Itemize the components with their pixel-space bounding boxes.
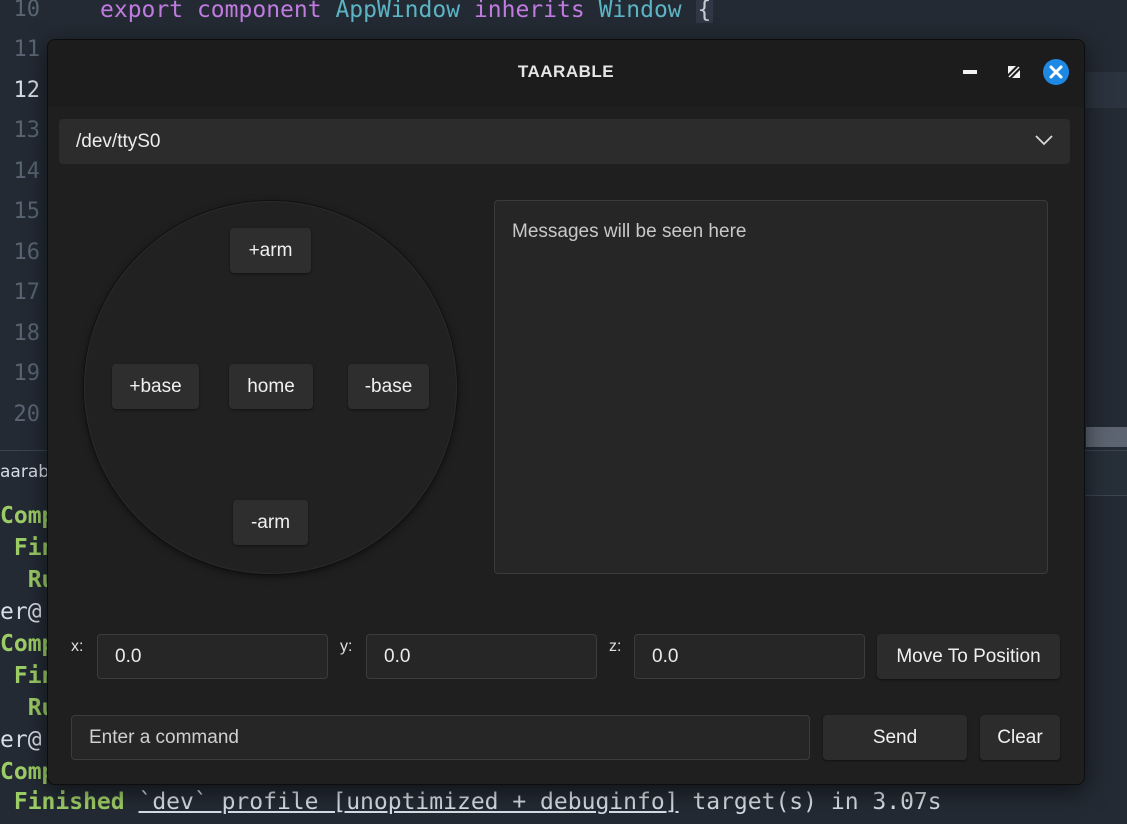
minimize-button[interactable] xyxy=(956,60,984,88)
plus-base-button[interactable]: +base xyxy=(112,364,199,409)
y-input[interactable]: 0.0 xyxy=(366,634,597,679)
type-window: Window xyxy=(598,0,682,23)
line-number-active: 12 xyxy=(13,78,41,103)
terminal-line: er@ xyxy=(0,599,42,625)
terminal-tab-bar xyxy=(1084,451,1127,496)
open-brace: { xyxy=(695,0,714,23)
serial-port-value: /dev/ttyS0 xyxy=(76,130,161,152)
messages-placeholder: Messages will be seen here xyxy=(512,221,747,242)
clear-button[interactable]: Clear xyxy=(980,715,1060,760)
line-number: 15 xyxy=(13,199,41,224)
terminal-finished-line: Finished `dev` profile [unoptimized + de… xyxy=(0,789,942,815)
window-title: TAARABLE xyxy=(517,62,615,81)
joystick-pad: +arm +base home -base -arm xyxy=(84,201,457,574)
serial-port-select[interactable]: /dev/ttyS0 xyxy=(59,119,1070,164)
maximize-icon xyxy=(1005,63,1023,85)
window-content: /dev/ttyS0 +arm +base home -base -arm Me… xyxy=(48,107,1084,784)
z-input[interactable]: 0.0 xyxy=(634,634,865,679)
keyword-inherits: inherits xyxy=(473,0,585,23)
line-number: 11 xyxy=(13,37,41,62)
line-number: 10 xyxy=(13,0,41,22)
plus-arm-button[interactable]: +arm xyxy=(230,228,311,273)
home-button[interactable]: home xyxy=(229,364,313,409)
line-number: 14 xyxy=(13,159,41,184)
chevron-down-icon xyxy=(1034,132,1054,151)
line-number: 18 xyxy=(13,321,41,346)
x-label: x: xyxy=(71,638,84,655)
minus-arm-button[interactable]: -arm xyxy=(233,500,308,545)
command-input[interactable]: Enter a command xyxy=(71,715,810,760)
line-number: 19 xyxy=(13,361,41,386)
keyword-component: component xyxy=(196,0,322,23)
minus-base-button[interactable]: -base xyxy=(348,364,429,409)
send-button[interactable]: Send xyxy=(823,715,967,760)
terminal-line: er@ xyxy=(0,727,42,753)
z-label: z: xyxy=(609,638,622,655)
line-number: 20 xyxy=(13,402,41,427)
editor-scrollbar[interactable] xyxy=(1086,427,1127,447)
current-line-highlight xyxy=(1084,72,1127,108)
code-line: export component AppWindow inherits Wind… xyxy=(100,0,714,23)
line-number: 17 xyxy=(13,280,41,305)
close-icon xyxy=(1042,58,1070,90)
x-input[interactable]: 0.0 xyxy=(97,634,328,679)
messages-area[interactable]: Messages will be seen here xyxy=(494,200,1048,574)
line-number: 16 xyxy=(13,240,41,265)
taarable-window: TAARABLE /dev/ttyS0 +arm +base home -bas… xyxy=(47,39,1085,785)
y-label: y: xyxy=(340,638,353,655)
maximize-button[interactable] xyxy=(1000,60,1028,88)
minimize-icon xyxy=(962,64,978,84)
terminal-tab[interactable]: aarab xyxy=(0,462,49,482)
type-appwindow: AppWindow xyxy=(335,0,461,23)
keyword-export: export xyxy=(100,0,184,23)
close-button[interactable] xyxy=(1042,58,1070,90)
title-bar[interactable]: TAARABLE xyxy=(48,40,1084,107)
move-to-position-button[interactable]: Move To Position xyxy=(877,634,1060,679)
line-number: 13 xyxy=(13,118,41,143)
